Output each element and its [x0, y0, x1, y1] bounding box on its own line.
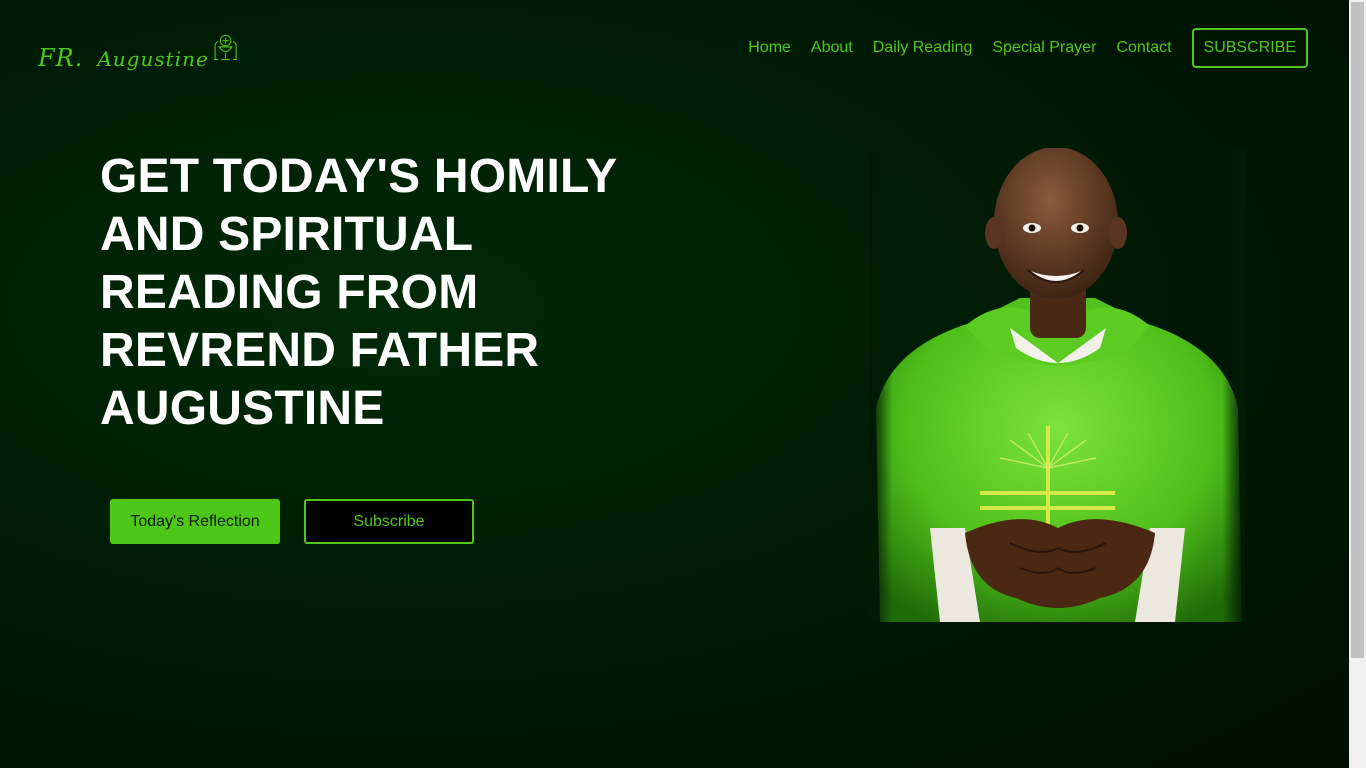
nav-contact[interactable]: Contact — [1116, 28, 1171, 68]
nav-home[interactable]: Home — [748, 28, 791, 68]
scrollbar-thumb[interactable] — [1351, 2, 1364, 658]
site-logo[interactable]: FR. Augustine — [38, 18, 238, 76]
nav-daily-reading[interactable]: Daily Reading — [873, 28, 973, 68]
todays-reflection-button[interactable]: Today's Reflection — [110, 499, 280, 544]
hero-title: GET TODAY'S HOMILY AND SPIRITUAL READING… — [100, 150, 617, 435]
logo-text-name: Augustine — [97, 47, 209, 71]
subscribe-button[interactable]: Subscribe — [304, 499, 474, 544]
logo-text: FR. Augustine — [38, 46, 209, 76]
priest-portrait — [870, 148, 1245, 622]
nav-about[interactable]: About — [811, 28, 853, 68]
nav-special-prayer[interactable]: Special Prayer — [992, 28, 1096, 68]
main-nav: Home About Daily Reading Special Prayer … — [728, 28, 1308, 68]
chalice-host-icon — [213, 34, 237, 61]
page: FR. Augustine Home About Daily Reading S… — [0, 0, 1349, 768]
vertical-scrollbar[interactable] — [1349, 0, 1366, 768]
logo-text-main: FR. — [38, 44, 84, 72]
nav-subscribe-button[interactable]: SUBSCRIBE — [1191, 28, 1308, 68]
